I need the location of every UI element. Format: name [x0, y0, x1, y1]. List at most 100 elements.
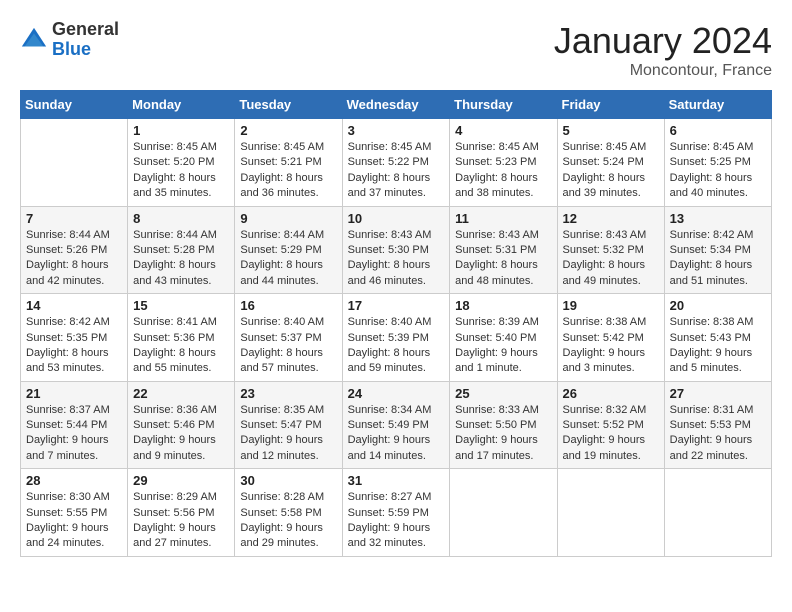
- logo-icon: [20, 26, 48, 54]
- day-info: Sunrise: 8:35 AMSunset: 5:47 PMDaylight:…: [240, 403, 336, 465]
- calendar-cell: 21 Sunrise: 8:37 AMSunset: 5:44 PMDayligh…: [21, 381, 128, 469]
- calendar-cell: 6 Sunrise: 8:45 AMSunset: 5:25 PMDaylight…: [664, 119, 771, 207]
- logo-blue-text: Blue: [52, 39, 91, 59]
- calendar-cell: 19 Sunrise: 8:38 AMSunset: 5:42 PMDayligh…: [557, 294, 664, 382]
- calendar-cell: 30 Sunrise: 8:28 AMSunset: 5:58 PMDayligh…: [235, 469, 342, 557]
- weekday-cell: Friday: [557, 91, 664, 119]
- day-info: Sunrise: 8:32 AMSunset: 5:52 PMDaylight:…: [563, 403, 659, 465]
- day-number: 26: [563, 386, 659, 401]
- calendar-cell: 3 Sunrise: 8:45 AMSunset: 5:22 PMDaylight…: [342, 119, 450, 207]
- weekday-cell: Wednesday: [342, 91, 450, 119]
- calendar-cell: 14Sunrise: 8:42 AMSunset: 5:35 PMDayligh…: [21, 294, 128, 382]
- day-info: Sunrise: 8:31 AMSunset: 5:53 PMDaylight:…: [670, 403, 766, 465]
- day-info: Sunrise: 8:38 AMSunset: 5:43 PMDaylight:…: [670, 315, 766, 377]
- day-info: Sunrise: 8:44 AMSunset: 5:26 PMDaylight:…: [26, 228, 122, 290]
- day-info: Sunrise: 8:45 AMSunset: 5:21 PMDaylight:…: [240, 140, 336, 202]
- logo: General Blue: [20, 20, 119, 60]
- day-info: Sunrise: 8:44 AMSunset: 5:29 PMDaylight:…: [240, 228, 336, 290]
- calendar-cell: 29 Sunrise: 8:29 AMSunset: 5:56 PMDayligh…: [128, 469, 235, 557]
- calendar-body: 1Sunrise: 8:45 AMSunset: 5:20 PMDaylight…: [21, 119, 772, 557]
- day-number: 5: [563, 123, 659, 138]
- day-number: 12: [563, 211, 659, 226]
- day-info: Sunrise: 8:45 AMSunset: 5:23 PMDaylight:…: [455, 140, 551, 202]
- day-number: 16: [240, 298, 336, 313]
- day-info: Sunrise: 8:40 AMSunset: 5:37 PMDaylight:…: [240, 315, 336, 377]
- calendar-cell: 17Sunrise: 8:40 AMSunset: 5:39 PMDayligh…: [342, 294, 450, 382]
- calendar-cell: 16 Sunrise: 8:40 AMSunset: 5:37 PMDayligh…: [235, 294, 342, 382]
- calendar-cell: 23Sunrise: 8:35 AMSunset: 5:47 PMDayligh…: [235, 381, 342, 469]
- calendar-cell: [21, 119, 128, 207]
- day-info: Sunrise: 8:34 AMSunset: 5:49 PMDaylight:…: [348, 403, 445, 465]
- day-number: 11: [455, 211, 551, 226]
- weekday-cell: Monday: [128, 91, 235, 119]
- day-number: 30: [240, 473, 336, 488]
- day-info: Sunrise: 8:38 AMSunset: 5:42 PMDaylight:…: [563, 315, 659, 377]
- day-number: 6: [670, 123, 766, 138]
- day-number: 25: [455, 386, 551, 401]
- day-info: Sunrise: 8:30 AMSunset: 5:55 PMDaylight:…: [26, 490, 122, 552]
- calendar-cell: 11Sunrise: 8:43 AMSunset: 5:31 PMDayligh…: [450, 206, 557, 294]
- calendar-cell: 18 Sunrise: 8:39 AMSunset: 5:40 PMDayligh…: [450, 294, 557, 382]
- calendar-week-row: 14Sunrise: 8:42 AMSunset: 5:35 PMDayligh…: [21, 294, 772, 382]
- calendar-cell: 2 Sunrise: 8:45 AMSunset: 5:21 PMDaylight…: [235, 119, 342, 207]
- day-info: Sunrise: 8:29 AMSunset: 5:56 PMDaylight:…: [133, 490, 229, 552]
- calendar-cell: 5 Sunrise: 8:45 AMSunset: 5:24 PMDaylight…: [557, 119, 664, 207]
- day-info: Sunrise: 8:42 AMSunset: 5:34 PMDaylight:…: [670, 228, 766, 290]
- calendar-week-row: 28Sunrise: 8:30 AMSunset: 5:55 PMDayligh…: [21, 469, 772, 557]
- day-info: Sunrise: 8:28 AMSunset: 5:58 PMDaylight:…: [240, 490, 336, 552]
- calendar-week-row: 7 Sunrise: 8:44 AMSunset: 5:26 PMDaylight…: [21, 206, 772, 294]
- calendar-cell: 8 Sunrise: 8:44 AMSunset: 5:28 PMDaylight…: [128, 206, 235, 294]
- calendar-cell: 15 Sunrise: 8:41 AMSunset: 5:36 PMDayligh…: [128, 294, 235, 382]
- day-number: 1: [133, 123, 229, 138]
- day-info: Sunrise: 8:37 AMSunset: 5:44 PMDaylight:…: [26, 403, 122, 465]
- day-info: Sunrise: 8:33 AMSunset: 5:50 PMDaylight:…: [455, 403, 551, 465]
- calendar-cell: [450, 469, 557, 557]
- calendar-cell: 12 Sunrise: 8:43 AMSunset: 5:32 PMDayligh…: [557, 206, 664, 294]
- calendar-table: SundayMondayTuesdayWednesdayThursdayFrid…: [20, 90, 772, 557]
- day-number: 24: [348, 386, 445, 401]
- day-number: 2: [240, 123, 336, 138]
- day-info: Sunrise: 8:40 AMSunset: 5:39 PMDaylight:…: [348, 315, 445, 377]
- calendar-week-row: 1Sunrise: 8:45 AMSunset: 5:20 PMDaylight…: [21, 119, 772, 207]
- day-number: 13: [670, 211, 766, 226]
- day-info: Sunrise: 8:45 AMSunset: 5:24 PMDaylight:…: [563, 140, 659, 202]
- month-title: January 2024: [554, 20, 772, 62]
- weekday-cell: Sunday: [21, 91, 128, 119]
- day-info: Sunrise: 8:41 AMSunset: 5:36 PMDaylight:…: [133, 315, 229, 377]
- day-number: 18: [455, 298, 551, 313]
- day-info: Sunrise: 8:27 AMSunset: 5:59 PMDaylight:…: [348, 490, 445, 552]
- day-info: Sunrise: 8:39 AMSunset: 5:40 PMDaylight:…: [455, 315, 551, 377]
- day-info: Sunrise: 8:45 AMSunset: 5:22 PMDaylight:…: [348, 140, 445, 202]
- location-title: Moncontour, France: [554, 62, 772, 80]
- calendar-cell: 7 Sunrise: 8:44 AMSunset: 5:26 PMDaylight…: [21, 206, 128, 294]
- weekday-cell: Thursday: [450, 91, 557, 119]
- day-info: Sunrise: 8:43 AMSunset: 5:30 PMDaylight:…: [348, 228, 445, 290]
- calendar-week-row: 21 Sunrise: 8:37 AMSunset: 5:44 PMDayligh…: [21, 381, 772, 469]
- calendar-cell: 22Sunrise: 8:36 AMSunset: 5:46 PMDayligh…: [128, 381, 235, 469]
- calendar-cell: [557, 469, 664, 557]
- day-info: Sunrise: 8:44 AMSunset: 5:28 PMDaylight:…: [133, 228, 229, 290]
- day-number: 19: [563, 298, 659, 313]
- weekday-header-row: SundayMondayTuesdayWednesdayThursdayFrid…: [21, 91, 772, 119]
- day-number: 9: [240, 211, 336, 226]
- day-number: 15: [133, 298, 229, 313]
- weekday-cell: Tuesday: [235, 91, 342, 119]
- day-info: Sunrise: 8:43 AMSunset: 5:32 PMDaylight:…: [563, 228, 659, 290]
- day-number: 31: [348, 473, 445, 488]
- calendar-cell: 28Sunrise: 8:30 AMSunset: 5:55 PMDayligh…: [21, 469, 128, 557]
- day-number: 21: [26, 386, 122, 401]
- day-number: 8: [133, 211, 229, 226]
- calendar-cell: 26 Sunrise: 8:32 AMSunset: 5:52 PMDayligh…: [557, 381, 664, 469]
- day-number: 7: [26, 211, 122, 226]
- calendar-cell: 20Sunrise: 8:38 AMSunset: 5:43 PMDayligh…: [664, 294, 771, 382]
- calendar-cell: 1Sunrise: 8:45 AMSunset: 5:20 PMDaylight…: [128, 119, 235, 207]
- weekday-cell: Saturday: [664, 91, 771, 119]
- day-number: 29: [133, 473, 229, 488]
- calendar-cell: 27Sunrise: 8:31 AMSunset: 5:53 PMDayligh…: [664, 381, 771, 469]
- day-number: 3: [348, 123, 445, 138]
- calendar-cell: 24 Sunrise: 8:34 AMSunset: 5:49 PMDayligh…: [342, 381, 450, 469]
- day-info: Sunrise: 8:45 AMSunset: 5:25 PMDaylight:…: [670, 140, 766, 202]
- title-block: January 2024 Moncontour, France: [554, 20, 772, 80]
- logo-general-text: General: [52, 19, 119, 39]
- day-info: Sunrise: 8:42 AMSunset: 5:35 PMDaylight:…: [26, 315, 122, 377]
